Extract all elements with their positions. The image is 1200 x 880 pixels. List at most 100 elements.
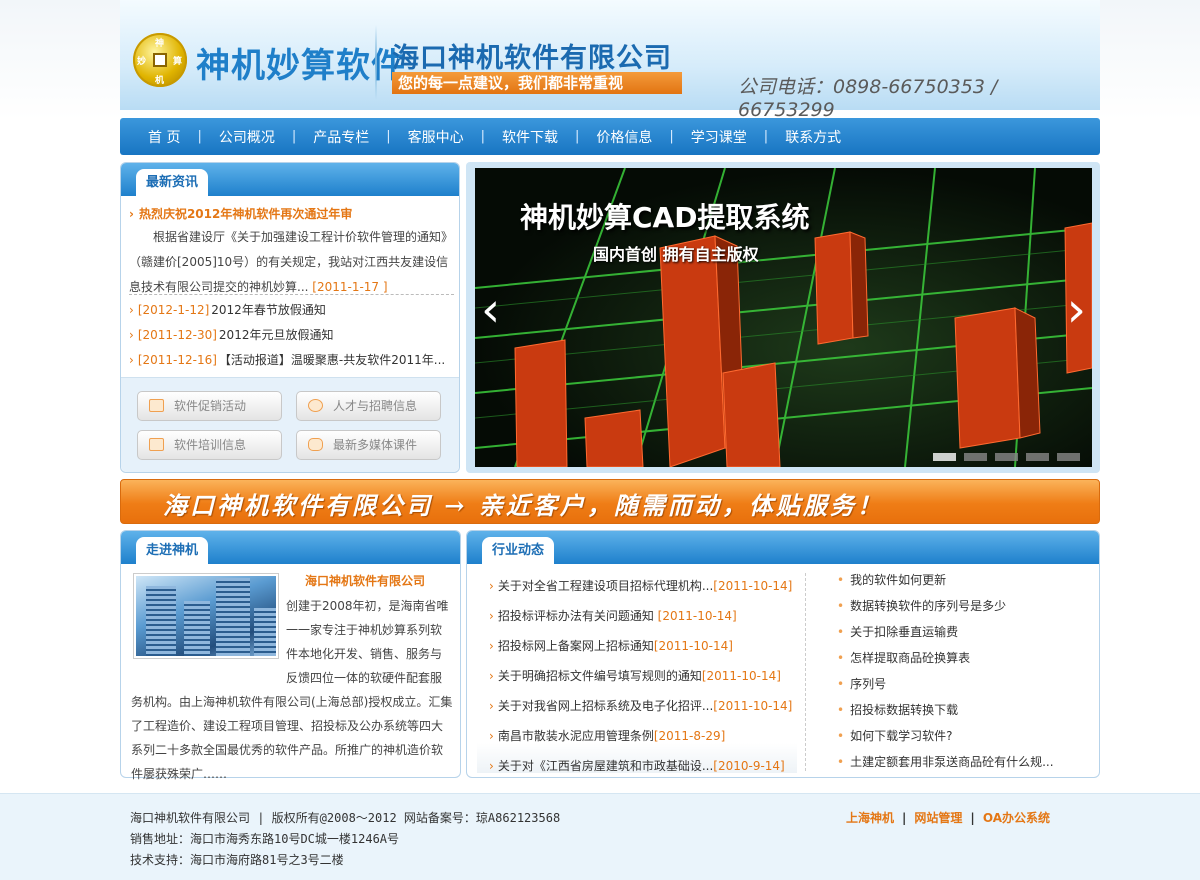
footer-link-shanghai[interactable]: 上海神机 — [846, 811, 894, 825]
footer-info: 海口神机软件有限公司 | 版权所有@2008～2012 网站备案号：琼A8621… — [130, 808, 560, 871]
slider-prev-arrow-icon[interactable]: ‹ — [481, 286, 500, 334]
industry-news-title[interactable]: 关于明确招标文件编号填写规则的通知 — [498, 669, 702, 683]
main-nav: 首 页 | 公司概况 | 产品专栏 | 客服中心 | 软件下载 | 价格信息 | 学习课堂 |… — [120, 118, 1100, 155]
list-item[interactable]: 招投标网上备案网上招标通知[2011-10-14] — [489, 631, 792, 661]
footer-link-admin[interactable]: 网站管理 — [914, 811, 962, 825]
promotion-button[interactable]: 软件促销活动 — [137, 391, 282, 421]
slide-dot-2[interactable] — [964, 453, 987, 461]
nav-software-download[interactable]: 软件下载 — [502, 127, 558, 147]
coin-logo-icon[interactable]: 神 机 妙 算 — [133, 33, 187, 87]
multimedia-button[interactable]: 最新多媒体课件 — [296, 430, 441, 460]
banner-subtitle: 国内首创 拥有自主版权 — [593, 245, 759, 264]
industry-news-title[interactable]: 招投标网上备案网上招标通知 — [498, 639, 654, 653]
footer-link-oa[interactable]: OA办公系统 — [983, 811, 1050, 825]
site-footer: 海口神机软件有限公司 | 版权所有@2008～2012 网站备案号：琼A8621… — [0, 793, 1200, 880]
list-item[interactable]: 招投标评标办法有关问题通知 [2011-10-14] — [489, 601, 792, 631]
slide-dot-4[interactable] — [1026, 453, 1049, 461]
promotion-label: 软件促销活动 — [174, 399, 247, 413]
recruitment-button[interactable]: 人才与招聘信息 — [296, 391, 441, 421]
nav-learning[interactable]: 学习课堂 — [691, 127, 747, 147]
training-label: 软件培训信息 — [174, 438, 247, 452]
banner-title: 神机妙算CAD提取系统 — [520, 201, 810, 234]
list-item[interactable]: 关于对《江西省房屋建筑和市政基础设...[2010-9-14] — [489, 751, 792, 781]
list-item[interactable]: [2011-12-16]【活动报道】温暖聚惠-共友软件2011年... — [129, 348, 459, 373]
list-item[interactable]: 南昌市散装水泥应用管理条例[2011-8-29] — [489, 721, 792, 751]
site-header: 神 机 妙 算 神机妙算软件 海口神机软件有限公司 您的每一点建议，我们都非常重… — [120, 0, 1100, 121]
footer-links: 上海神机 | 网站管理 | OA办公系统 — [846, 809, 1050, 826]
faq-list: 我的软件如何更新 数据转换软件的序列号是多少 关于扣除垂直运输费 怎样提取商品砼… — [837, 567, 1054, 775]
nav-separator: | — [197, 129, 202, 144]
slider-next-arrow-icon[interactable]: › — [1067, 286, 1086, 334]
faq-item[interactable]: 关于扣除垂直运输费 — [837, 619, 1054, 645]
nav-price-info[interactable]: 价格信息 — [596, 127, 652, 147]
faq-item[interactable]: 序列号 — [837, 671, 1054, 697]
faq-item[interactable]: 数据转换软件的序列号是多少 — [837, 593, 1054, 619]
industry-news-title[interactable]: 南昌市散装水泥应用管理条例 — [498, 729, 654, 743]
banner-image[interactable]: 神机妙算CAD提取系统 国内首创 拥有自主版权 ‹ › — [475, 168, 1092, 467]
nav-products[interactable]: 产品专栏 — [313, 127, 369, 147]
slider-pagination — [933, 453, 1080, 461]
news-title[interactable]: 2012年元旦放假通知 — [219, 328, 334, 342]
news-list: [2012-1-12]2012年春节放假通知 [2011-12-30]2012年… — [129, 298, 459, 373]
industry-news-date: [2011-8-29] — [653, 729, 726, 743]
slide-dot-3[interactable] — [995, 453, 1018, 461]
tab-latest-news[interactable]: 最新资讯 — [136, 169, 209, 196]
industry-tab-bar: 行业动态 — [467, 531, 1099, 564]
list-item[interactable]: [2012-1-12]2012年春节放假通知 — [129, 298, 459, 323]
slide-dot-5[interactable] — [1057, 453, 1080, 461]
about-text: 创建于2008年初，是海南省唯一一家专注于神机妙算系列软件本地化开发、销售、服务… — [131, 594, 453, 786]
coin-hole — [153, 53, 167, 67]
faq-item[interactable]: 招投标数据转换下载 — [837, 697, 1054, 723]
quick-links-area: 软件促销活动 人才与招聘信息 软件培训信息 最新多媒体课件 — [121, 377, 459, 472]
industry-news-date: [2011-10-14] — [653, 639, 733, 653]
folder-icon — [149, 399, 164, 412]
about-company-name[interactable]: 海口神机软件有限公司 — [305, 572, 425, 589]
dashed-divider — [129, 294, 454, 295]
news-date: [2011-12-16] — [137, 353, 217, 367]
industry-news-title[interactable]: 关于对我省网上招标系统及电子化招评... — [498, 699, 713, 713]
news-title[interactable]: 2012年春节放假通知 — [211, 303, 326, 317]
industry-news-date: [2011-10-14] — [713, 699, 793, 713]
nav-home[interactable]: 首 页 — [148, 127, 180, 147]
tab-industry-news[interactable]: 行业动态 — [482, 537, 555, 564]
industry-news-title[interactable]: 招投标评标办法有关问题通知 — [498, 609, 658, 623]
nav-separator: | — [386, 129, 391, 144]
industry-news-title[interactable]: 关于对《江西省房屋建筑和市政基础设... — [498, 759, 713, 773]
footer-sales-address: 销售地址：海口市海秀东路10号DC城一楼1246A号 — [130, 832, 400, 846]
about-panel: 走进神机 海口神机软件有限公司 创建于2008年初，是海南省唯一一家专注于神机妙… — [120, 530, 461, 781]
nav-separator: | — [763, 129, 769, 144]
company-phone: 公司电话：0898-66750353 / 66753299 — [738, 76, 998, 121]
industry-news-panel: 行业动态 关于对全省工程建设项目招标代理机构...[2011-10-14] 招投… — [466, 530, 1100, 778]
list-item[interactable]: 关于对全省工程建设项目招标代理机构...[2011-10-14] — [489, 571, 793, 601]
slogan-banner: 海口神机软件有限公司 → 亲近客户，随需而动，体贴服务！ — [120, 479, 1100, 524]
nav-separator: | — [291, 129, 297, 144]
nav-company-profile[interactable]: 公司概况 — [219, 127, 275, 147]
slogan: 您的每一点建议，我们都非常重视 — [392, 72, 682, 94]
nav-contact[interactable]: 联系方式 — [785, 127, 841, 147]
recruitment-label: 人才与招聘信息 — [333, 399, 418, 413]
faq-item[interactable]: 如何下载学习软件? — [837, 723, 1054, 749]
slide-dot-1[interactable] — [933, 453, 956, 461]
list-item[interactable]: 关于对我省网上招标系统及电子化招评...[2011-10-14] — [489, 691, 793, 721]
industry-news-date: [2011-10-14] — [713, 579, 793, 593]
news-date: [2012-1-12] — [137, 303, 210, 317]
banner-slider: 神机妙算CAD提取系统 国内首创 拥有自主版权 ‹ › — [466, 162, 1100, 473]
list-item[interactable]: [2011-12-30]2012年元旦放假通知 — [129, 323, 459, 348]
nav-service-center[interactable]: 客服中心 — [408, 127, 464, 147]
headline-news-summary: 根据省建设厅《关于加强建设工程计价软件管理的通知》（赣建价[2005]10号）的… — [129, 225, 455, 300]
faq-item[interactable]: 我的软件如何更新 — [837, 567, 1054, 593]
list-item[interactable]: 关于明确招标文件编号填写规则的通知[2011-10-14] — [489, 661, 792, 691]
about-tab-bar: 走进神机 — [121, 531, 460, 564]
latest-news-panel: 最新资讯 热烈庆祝2012年神机软件再次通过年审 根据省建设厅《关于加强建设工程… — [120, 162, 460, 473]
faq-item[interactable]: 怎样提取商品砼换算表 — [837, 645, 1054, 671]
industry-news-list: 关于对全省工程建设项目招标代理机构...[2011-10-14] 招投标评标办法… — [489, 571, 793, 781]
headline-news-link[interactable]: 热烈庆祝2012年神机软件再次通过年审 — [129, 205, 352, 222]
tab-about[interactable]: 走进神机 — [136, 537, 209, 564]
industry-news-title[interactable]: 关于对全省工程建设项目招标代理机构... — [498, 579, 713, 593]
news-tab-bar: 最新资讯 — [121, 163, 459, 196]
headline-summary-text: 根据省建设厅《关于加强建设工程计价软件管理的通知》（赣建价[2005]10号）的… — [129, 230, 454, 294]
training-button[interactable]: 软件培训信息 — [137, 430, 282, 460]
news-title[interactable]: 【活动报道】温暖聚惠-共友软件2011年... — [219, 353, 445, 367]
column-divider — [805, 573, 806, 771]
faq-item[interactable]: 土建定额套用非泵送商品砼有什么规... — [837, 749, 1053, 775]
